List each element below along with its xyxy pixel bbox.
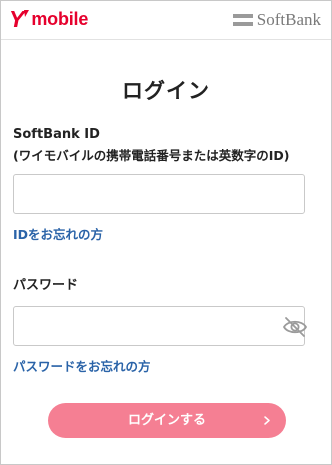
site-header: Y mobile SoftBank [1,1,331,40]
login-button[interactable]: ログインする [48,403,286,438]
chevron-right-icon [264,416,270,425]
page-title: ログイン [122,79,210,103]
password-label: パスワード [13,278,79,293]
brand-name: mobile [31,9,89,29]
brand-accent-icon [24,9,30,17]
ymobile-logo[interactable]: Y mobile [9,6,88,32]
login-button-label: ログインする [127,413,206,428]
softbank-name: SoftBank [256,10,321,29]
brand-y-letter: Y [9,6,24,32]
softbank-id-input[interactable] [13,174,305,214]
login-page: Y mobile SoftBank ログイン SoftBank ID (ワイモバ… [0,0,332,465]
password-input[interactable] [13,306,305,346]
softbank-id-label: SoftBank ID [13,127,100,142]
softbank-bars-icon [232,13,253,26]
softbank-logo[interactable]: SoftBank [232,10,321,30]
forgot-password-link[interactable]: パスワードをお忘れの方 [13,358,151,376]
softbank-id-sublabel: (ワイモバイルの携帯電話番号または英数字のID) [13,148,290,163]
eye-slash-icon[interactable] [282,315,308,339]
forgot-id-link[interactable]: IDをお忘れの方 [13,226,103,244]
